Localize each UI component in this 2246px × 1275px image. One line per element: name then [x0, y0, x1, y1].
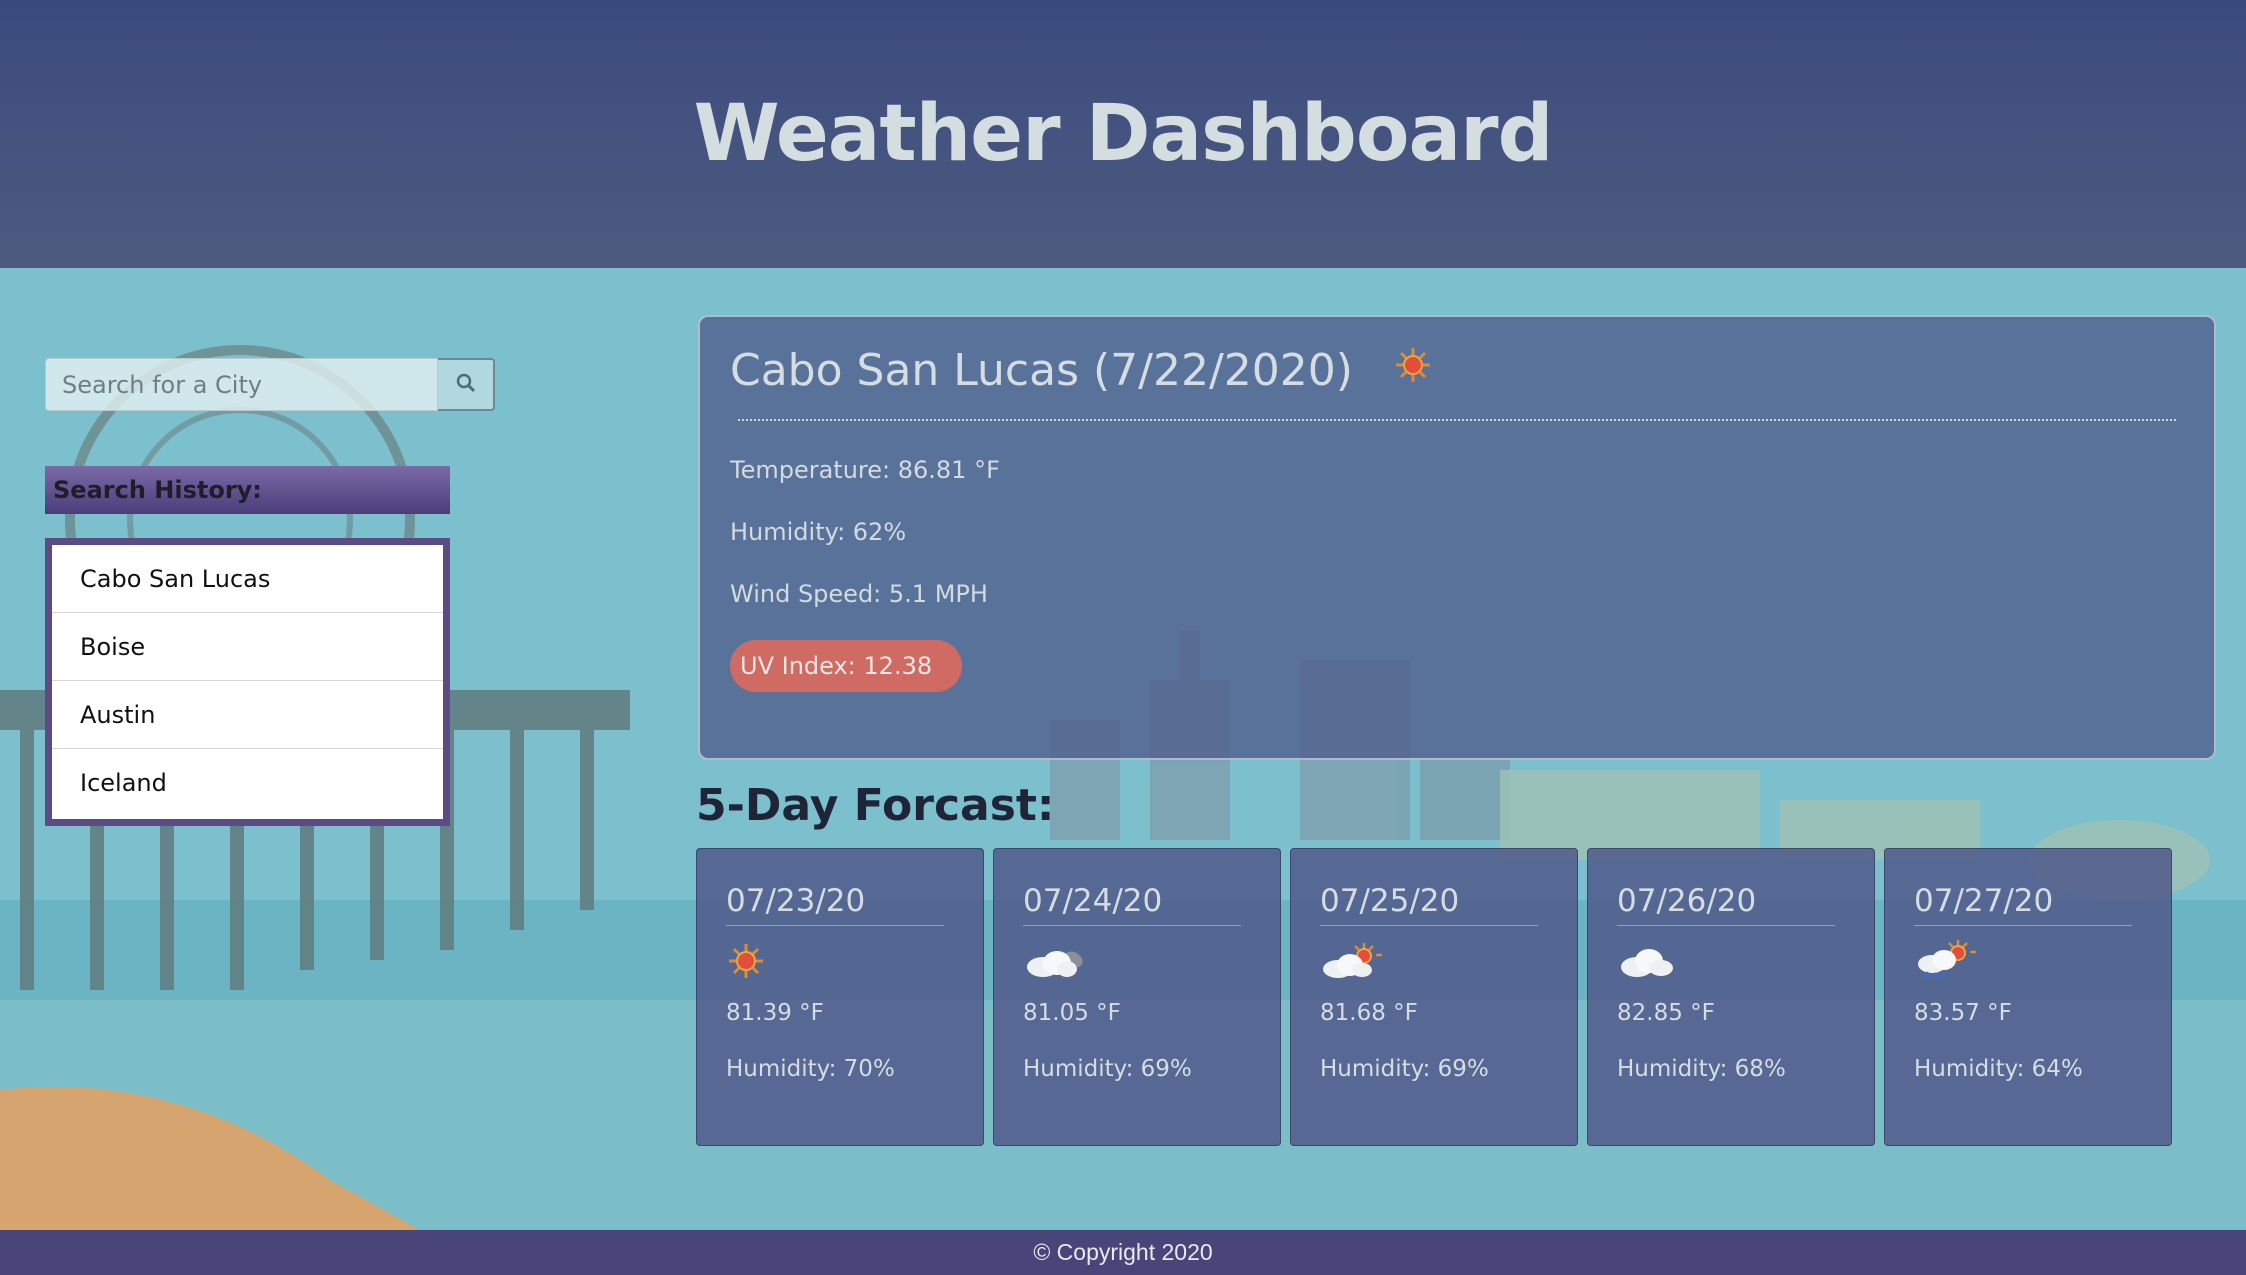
history-item[interactable]: Iceland	[52, 749, 443, 817]
sun-icon	[1393, 345, 1433, 396]
rain-sun-icon	[1914, 938, 1978, 988]
forecast-humidity: Humidity: 64%	[1914, 1056, 2083, 1082]
forecast-date: 07/23/20	[726, 883, 944, 926]
forecast-card: 07/24/20 81.05 °F Humidity: 69%	[993, 848, 1281, 1146]
current-city-title: Cabo San Lucas (7/22/2020)	[730, 344, 1353, 396]
search-history-title: Search History:	[45, 466, 450, 514]
forecast-temperature: 81.68 °F	[1320, 1000, 1418, 1026]
forecast-date: 07/24/20	[1023, 883, 1241, 926]
page-footer: © Copyright 2020	[0, 1230, 2246, 1275]
forecast-date: 07/27/20	[1914, 883, 2132, 926]
search-history-list: Cabo San Lucas Boise Austin Iceland	[52, 545, 443, 819]
divider	[738, 419, 2176, 421]
search-button[interactable]	[438, 358, 495, 411]
search-input[interactable]	[45, 358, 438, 411]
forecast-temperature: 83.57 °F	[1914, 1000, 2012, 1026]
page-header: Weather Dashboard	[0, 0, 2246, 268]
forecast-card: 07/23/20 81.39 °F Humidity: 70%	[696, 848, 984, 1146]
current-temperature: Temperature: 86.81 °F	[730, 456, 1000, 484]
forecast-humidity: Humidity: 68%	[1617, 1056, 1786, 1082]
history-item[interactable]: Austin	[52, 681, 443, 749]
page-title: Weather Dashboard	[693, 89, 1554, 179]
forecast-date: 07/26/20	[1617, 883, 1835, 926]
forecast-temperature: 81.05 °F	[1023, 1000, 1121, 1026]
search-icon	[455, 372, 477, 398]
forecast-card: 07/25/20 81.68 °F Humidity: 69%	[1290, 848, 1578, 1146]
copyright-text: © Copyright 2020	[1033, 1239, 1213, 1265]
forecast-temperature: 81.39 °F	[726, 1000, 824, 1026]
current-weather-card: Cabo San Lucas (7/22/2020) Temperature: …	[698, 315, 2216, 760]
history-item[interactable]: Boise	[52, 613, 443, 681]
current-wind-speed: Wind Speed: 5.1 MPH	[730, 580, 988, 608]
history-item[interactable]: Cabo San Lucas	[52, 545, 443, 613]
search-history: Cabo San Lucas Boise Austin Iceland	[45, 538, 450, 826]
cloud-icon	[1617, 941, 1681, 985]
forecast-date: 07/25/20	[1320, 883, 1538, 926]
forecast-humidity: Humidity: 69%	[1320, 1056, 1489, 1082]
forecast-card: 07/27/20 83.57 °F Humidity: 64%	[1884, 848, 2172, 1146]
cloud-icon	[1023, 941, 1087, 985]
partly-sunny-icon	[1320, 941, 1384, 985]
forecast-temperature: 82.85 °F	[1617, 1000, 1715, 1026]
current-humidity: Humidity: 62%	[730, 518, 907, 546]
forecast-row: 07/23/20 81.39 °F Humidity: 70% 07/24/20	[696, 848, 2172, 1146]
uv-index-badge: UV Index: 12.38	[730, 640, 963, 692]
current-weather-header: Cabo San Lucas (7/22/2020)	[730, 341, 2184, 399]
forecast-title: 5-Day Forcast:	[696, 780, 1055, 831]
forecast-humidity: Humidity: 70%	[726, 1056, 895, 1082]
city-search	[45, 358, 495, 411]
forecast-card: 07/26/20 82.85 °F Humidity: 68%	[1587, 848, 1875, 1146]
forecast-humidity: Humidity: 69%	[1023, 1056, 1192, 1082]
sun-icon	[726, 941, 766, 985]
